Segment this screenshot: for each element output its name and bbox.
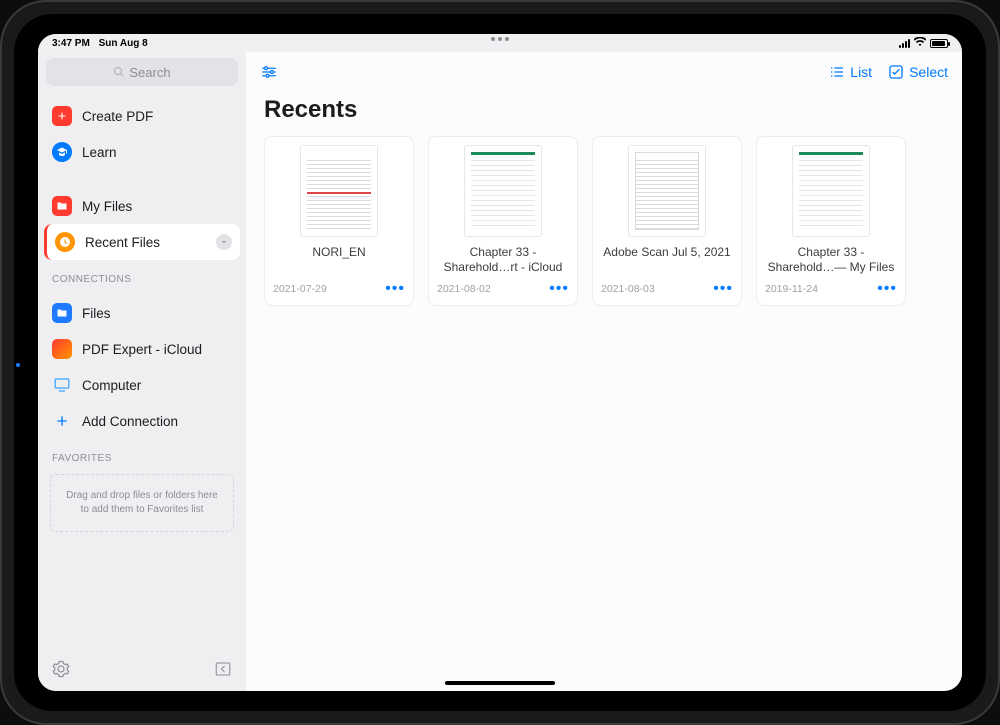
device-frame: 3:47 PM Sun Aug 8 [0,0,1000,725]
file-name: Chapter 33 - Sharehold…— My Files [765,245,897,275]
file-name: Adobe Scan Jul 5, 2021 [601,245,733,275]
status-bar-left: 3:47 PM Sun Aug 8 [52,38,154,49]
file-thumbnail [792,145,870,237]
list-label: List [850,64,872,80]
toolbar: List Select [246,52,962,92]
sliders-icon [260,63,278,81]
sidebar-item-label: My Files [82,199,132,214]
file-more-button[interactable]: ••• [877,285,897,293]
search-placeholder: Search [129,65,170,80]
battery-icon [930,39,948,48]
dot-icon [505,37,509,41]
select-label: Select [909,64,948,80]
favorites-dropzone[interactable]: Drag and drop files or folders here to a… [50,474,234,532]
collapse-icon [214,660,232,678]
status-bar-right [899,37,948,50]
sidebar-item-label: Files [82,306,111,321]
collapse-sidebar-button[interactable] [214,660,232,683]
main-content: List Select Recents [246,52,962,691]
file-thumbnail [464,145,542,237]
sidebar-item-files[interactable]: Files [38,295,246,331]
section-header-favorites: FAVORITES [38,445,246,468]
list-icon [829,64,845,80]
device-bezel: 3:47 PM Sun Aug 8 [14,14,986,711]
file-more-button[interactable]: ••• [713,285,733,293]
file-card[interactable]: Adobe Scan Jul 5, 2021 2021-08-03 ••• [592,136,742,306]
file-more-button[interactable]: ••• [385,285,405,293]
sidebar-item-label: Create PDF [82,109,153,124]
settings-button[interactable] [52,660,70,683]
wifi-icon [914,37,926,50]
learn-icon [52,142,72,162]
file-date: 2019-11-24 [765,283,818,295]
file-card[interactable]: Chapter 33 - Sharehold…rt - iCloud 2021-… [428,136,578,306]
sidebar-item-my-files[interactable]: My Files [38,188,246,224]
sidebar-footer [38,651,246,691]
home-indicator[interactable] [445,681,555,685]
search-icon [113,66,125,78]
sidebar-item-learn[interactable]: Learn [38,134,246,170]
list-view-button[interactable]: List [829,64,872,80]
sidebar-item-computer[interactable]: Computer [38,367,246,403]
files-app-icon [52,303,72,323]
computer-icon [52,375,72,395]
select-button[interactable]: Select [888,64,948,80]
sidebar-item-pdfexpert-icloud[interactable]: PDF Expert - iCloud [38,331,246,367]
sidebar: Search Create PDF [38,52,246,691]
status-bar: 3:47 PM Sun Aug 8 [38,34,962,52]
checkbox-icon [888,64,904,80]
folder-icon [52,196,72,216]
file-more-button[interactable]: ••• [549,285,569,293]
file-date: 2021-07-29 [273,283,327,295]
plus-icon [52,411,72,431]
cellular-signal-icon [899,39,910,48]
section-header-connections: CONNECTIONS [38,266,246,289]
pdfexpert-icon [52,339,72,359]
file-thumbnail [300,145,378,237]
clock-icon [55,232,75,252]
chevron-down-icon[interactable] [216,234,232,250]
sidebar-item-label: PDF Expert - iCloud [82,342,202,357]
sidebar-item-label: Learn [82,145,117,160]
file-thumbnail [628,145,706,237]
sidebar-item-label: Add Connection [82,414,178,429]
gear-icon [52,660,70,678]
sidebar-item-label: Recent Files [85,235,160,250]
file-card[interactable]: NORI_EN 2021-07-29 ••• [264,136,414,306]
sidebar-item-create-pdf[interactable]: Create PDF [38,98,246,134]
screen: 3:47 PM Sun Aug 8 [38,34,962,691]
dot-icon [498,37,502,41]
sidebar-item-recent-files[interactable]: Recent Files [44,224,240,260]
status-date: Sun Aug 8 [99,38,148,49]
multitasking-dots[interactable] [491,37,509,41]
page-title: Recents [246,92,962,136]
file-name: NORI_EN [273,245,405,275]
files-grid: NORI_EN 2021-07-29 ••• Chapter 33 - Sh [246,136,962,306]
privacy-indicator-dot [16,363,20,367]
search-input[interactable]: Search [46,58,238,86]
sidebar-item-label: Computer [82,378,141,393]
file-name: Chapter 33 - Sharehold…rt - iCloud [437,245,569,275]
sidebar-item-add-connection[interactable]: Add Connection [38,403,246,439]
file-card[interactable]: Chapter 33 - Sharehold…— My Files 2019-1… [756,136,906,306]
filter-button[interactable] [260,63,278,81]
file-date: 2021-08-02 [437,283,491,295]
status-time: 3:47 PM [52,38,90,49]
plus-file-icon [52,106,72,126]
dot-icon [491,37,495,41]
file-date: 2021-08-03 [601,283,655,295]
